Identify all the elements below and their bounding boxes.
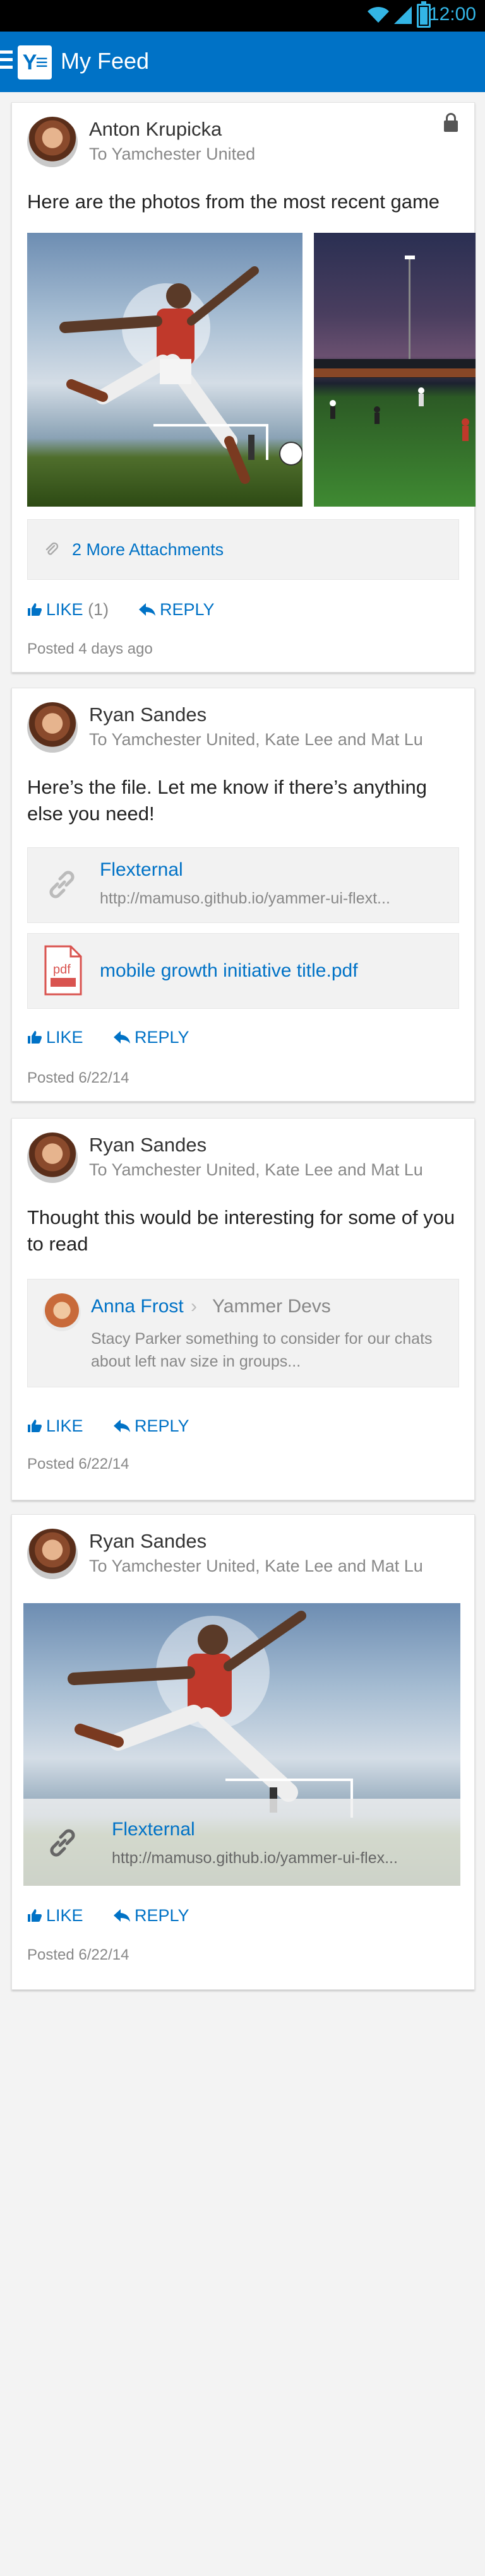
reply-button[interactable]: REPLY xyxy=(113,1028,189,1047)
post-recipients[interactable]: To Yamchester United xyxy=(89,144,255,164)
reply-label: REPLY xyxy=(135,1906,189,1925)
thumbs-up-icon xyxy=(28,603,42,616)
more-attachments-link[interactable]: 2 More Attachments xyxy=(72,540,224,560)
reply-label: REPLY xyxy=(135,1416,189,1435)
post-recipients[interactable]: To Yamchester United, Kate Lee and Mat L… xyxy=(89,1556,423,1576)
link-chain-icon xyxy=(50,1829,75,1857)
post-actions: LIKE (1) REPLY xyxy=(27,600,463,623)
shared-group[interactable]: Yammer Devs xyxy=(212,1296,331,1317)
post-text: Here are the photos from the most recent… xyxy=(27,191,440,213)
like-count: (1) xyxy=(88,600,109,619)
feed-post: Anton Krupicka To Yamchester United Here… xyxy=(11,102,476,673)
like-label: LIKE xyxy=(46,1028,83,1047)
post-actions: LIKE REPLY xyxy=(27,1906,463,1929)
post-author[interactable]: Ryan Sandes xyxy=(89,1134,207,1156)
post-timestamp: Posted 4 days ago xyxy=(27,640,153,657)
reply-arrow-icon xyxy=(114,1031,130,1044)
link-title[interactable]: Flexternal xyxy=(112,1819,195,1840)
shared-message[interactable]: Anna Frost › Yammer Devs Stacy Parker so… xyxy=(27,1279,459,1387)
avatar[interactable] xyxy=(43,1293,81,1331)
reply-button[interactable]: REPLY xyxy=(113,1906,189,1926)
post-text: Thought this would be interesting for so… xyxy=(27,1206,455,1255)
pdf-label: pdf xyxy=(53,963,71,977)
signal-icon xyxy=(394,6,412,24)
like-label: LIKE xyxy=(46,1906,83,1925)
avatar[interactable] xyxy=(27,1529,78,1579)
like-button[interactable]: LIKE xyxy=(27,1906,83,1926)
feed-post: Ryan Sandes To Yamchester United, Kate L… xyxy=(11,688,475,1102)
feed-post: Ryan Sandes To Yamchester United, Kate L… xyxy=(11,1118,475,1500)
reply-label: REPLY xyxy=(135,1028,189,1047)
reply-button[interactable]: REPLY xyxy=(138,600,215,620)
shared-text: Stacy Parker something to consider for o… xyxy=(91,1330,433,1370)
reply-arrow-icon xyxy=(139,603,155,616)
post-recipients[interactable]: To Yamchester United, Kate Lee and Mat L… xyxy=(89,1160,423,1180)
like-label: LIKE xyxy=(46,1416,83,1435)
avatar[interactable] xyxy=(27,117,78,167)
menu-icon[interactable] xyxy=(0,50,13,73)
post-timestamp: Posted 6/22/14 xyxy=(27,1069,129,1086)
chevron-right-icon: › xyxy=(191,1296,197,1317)
paperclip-icon xyxy=(45,542,59,555)
reply-button[interactable]: REPLY xyxy=(113,1416,189,1436)
like-button[interactable]: LIKE xyxy=(27,1416,83,1436)
file-attachment[interactable]: pdf mobile growth initiative title.pdf xyxy=(27,933,459,1009)
post-author[interactable]: Anton Krupicka xyxy=(89,118,222,141)
link-chain-icon xyxy=(49,871,75,898)
post-author[interactable]: Ryan Sandes xyxy=(89,703,207,726)
reply-arrow-icon xyxy=(114,1909,130,1922)
like-button[interactable]: LIKE xyxy=(27,1028,83,1047)
stadium-image xyxy=(314,256,476,441)
avatar[interactable] xyxy=(27,1132,78,1183)
post-recipients[interactable]: To Yamchester United, Kate Lee and Mat L… xyxy=(89,730,423,750)
post-actions: LIKE REPLY xyxy=(27,1416,463,1439)
yammer-logo[interactable]: Y≡ xyxy=(18,45,52,79)
shared-author[interactable]: Anna Frost xyxy=(91,1296,184,1317)
lock-icon xyxy=(444,113,458,132)
thumbs-up-icon xyxy=(28,1420,42,1432)
like-button[interactable]: LIKE (1) xyxy=(27,600,109,620)
file-name[interactable]: mobile growth initiative title.pdf xyxy=(100,960,358,982)
wifi-icon xyxy=(368,6,389,23)
thumbs-up-icon xyxy=(28,1909,42,1922)
link-title[interactable]: Flexternal xyxy=(100,859,183,881)
attachment-photo[interactable] xyxy=(27,233,302,507)
clock: 12:00 xyxy=(428,4,476,25)
post-text: Here’s the file. Let me know if there’s … xyxy=(27,776,427,825)
soccer-player-image xyxy=(59,266,302,484)
link-url: http://mamuso.github.io/yammer-ui-flext.… xyxy=(100,890,390,907)
thumbs-up-icon xyxy=(28,1031,42,1044)
link-url: http://mamuso.github.io/yammer-ui-flex..… xyxy=(112,1849,398,1867)
post-timestamp: Posted 6/22/14 xyxy=(27,1946,129,1963)
link-preview[interactable]: Flexternal http://mamuso.github.io/yamme… xyxy=(27,847,459,923)
link-preview-image[interactable]: Flexternal http://mamuso.github.io/yamme… xyxy=(23,1603,460,1886)
like-label: LIKE xyxy=(46,600,83,619)
status-bar: 12:00 xyxy=(0,0,485,32)
post-actions: LIKE REPLY xyxy=(27,1028,463,1050)
reply-arrow-icon xyxy=(114,1420,130,1432)
post-author[interactable]: Ryan Sandes xyxy=(89,1530,207,1553)
app-bar: Y≡ My Feed xyxy=(0,32,485,92)
feed-post: Ryan Sandes To Yamchester United, Kate L… xyxy=(11,1514,475,1990)
attachment-photo[interactable] xyxy=(314,233,476,507)
reply-label: REPLY xyxy=(160,600,215,619)
page-title: My Feed xyxy=(61,48,150,74)
more-attachments[interactable]: 2 More Attachments xyxy=(27,519,459,580)
post-timestamp: Posted 6/22/14 xyxy=(27,1456,129,1473)
avatar[interactable] xyxy=(27,702,78,753)
link-overlay[interactable]: Flexternal http://mamuso.github.io/yamme… xyxy=(23,1799,460,1886)
